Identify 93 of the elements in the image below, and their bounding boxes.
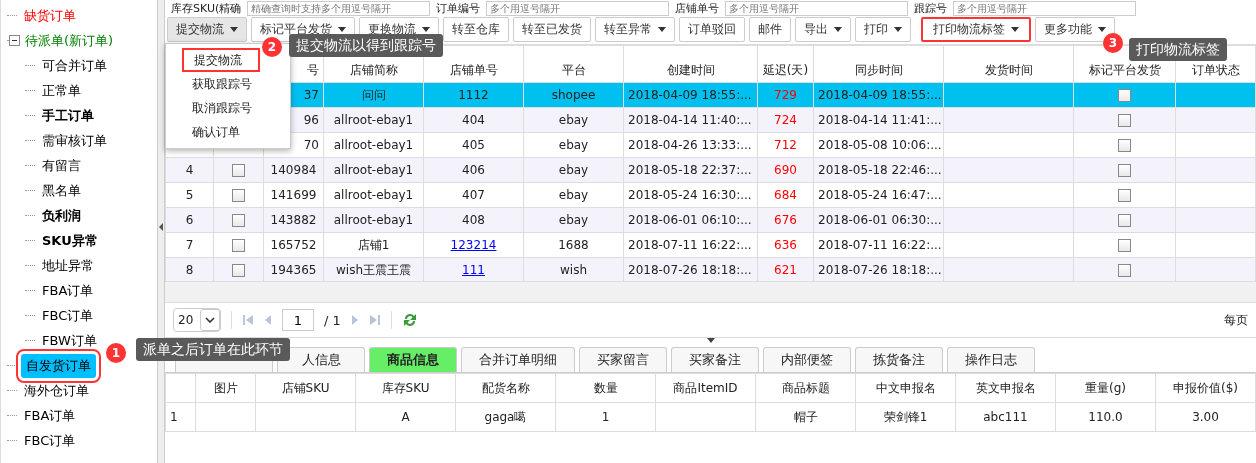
filter-label: 店铺单号 [675,0,720,16]
table-cell: 194365 [270,263,317,277]
column-header: 同步时间 [813,45,944,83]
column-header: 平台 [523,45,624,83]
table-cell: 724 [774,113,797,127]
table-cell: allroot-ebay1 [333,163,414,177]
table-cell: 110.0 [1088,410,1123,424]
table-cell: 问问 [361,87,386,102]
callout-tooltip: 打印物流标签 [1129,38,1227,61]
table-cell: 2018-04-14 11:41:... [818,113,942,127]
column-header: 英文申报名 [975,380,1036,395]
table-cell: 荣剑锋1 [883,409,928,424]
table-cell: 143882 [270,213,317,227]
table-cell: 1112 [458,88,489,102]
table-cell: 405 [462,138,485,152]
table-cell: 3.00 [1192,410,1219,424]
table-cell: 141699 [270,188,317,202]
column-header: 创建时间 [623,45,758,83]
table-cell: 408 [462,213,485,227]
row-number: 8 [185,263,194,277]
column-header: 库存SKU [381,380,430,395]
filter-label: 订单编号 [436,0,481,16]
table-cell: ebay [558,188,589,202]
row-number: 4 [185,163,194,177]
table-cell: wish [560,263,587,277]
column-header: 延迟(天) [757,45,814,83]
table-cell: 2018-04-26 13:33:... [628,138,752,152]
table-cell: ebay [558,163,589,177]
table-cell: 2018-04-14 11:40:... [628,113,752,127]
filter-label: 库存SKU(精确 [171,0,242,16]
table-cell: 621 [774,263,797,277]
table-cell: allroot-ebay1 [333,188,414,202]
table-cell: 636 [774,238,797,252]
table-cell: 1 [170,410,178,424]
table-cell: 690 [774,163,797,177]
table-cell: 2018-05-18 22:46:... [818,163,942,177]
page-total: / 1 [324,312,341,328]
table-cell: A [401,410,410,424]
table-cell: 2018-07-26 18:18:... [628,263,752,277]
table-cell: 2018-04-09 18:55:... [628,88,752,102]
table-cell: 2018-05-24 16:47:... [818,188,942,202]
column-header: 发货时间 [943,45,1074,83]
table-cell: 2018-05-18 22:37:... [628,163,752,177]
table-cell: 2018-07-11 16:22:... [628,238,752,252]
table-cell: 店铺1 [357,237,390,252]
step-badge: 1 [106,343,126,363]
table-cell: 2018-04-09 18:55:... [818,88,942,102]
table-cell: allroot-ebay1 [333,113,414,127]
table-cell: ebay [558,213,589,227]
row-number: 7 [185,238,194,252]
callout-tooltip: 派单之后订单在此环节 [136,338,290,361]
row-number: 5 [185,188,194,202]
table-cell: 712 [774,138,797,152]
table-cell: 96 [303,113,319,127]
table-cell: wish王震王震 [336,262,411,277]
table-cell: 2018-06-01 06:10:... [628,213,752,227]
filter-label: 跟踪号 [914,0,948,16]
table-cell: 2018-07-26 18:18:... [818,263,942,277]
column-header: 图片 [213,380,238,395]
table-cell: 1 [601,410,610,424]
per-page-label: 每页 [1224,311,1248,329]
column-header: 配货名称 [481,380,530,395]
column-header: 商品ItemID [673,380,738,395]
column-header: 数量 [593,380,618,395]
table-cell: 684 [774,188,797,202]
table-cell: 帽子 [793,409,818,424]
table-cell: 2018-05-24 16:30:... [628,188,752,202]
table-cell: allroot-ebay1 [333,213,414,227]
table-cell: 37 [303,88,319,102]
table-cell: 729 [774,88,797,102]
column-header: 申报价值($) [1173,380,1238,395]
table-cell: 2018-07-11 16:22:... [818,238,942,252]
column-header: 商品标题 [781,380,830,395]
column-header: 中文申报名 [875,380,936,395]
table-cell: shopee [551,88,596,102]
table-cell: 2018-06-01 06:30:... [818,213,942,227]
table-cell: abc111 [983,410,1028,424]
table-cell: 140984 [270,163,317,177]
table-cell: 404 [462,113,485,127]
table-cell: gaga噶 [484,409,527,424]
column-header: 店铺SKU [281,380,330,395]
column-header: 重量(g) [1085,380,1126,395]
table-cell: 1688 [558,238,589,252]
table-cell: ebay [558,113,589,127]
row-number: 6 [185,213,194,227]
table-cell: 70 [303,138,319,152]
table-cell: 165752 [270,238,317,252]
table-cell: 407 [462,188,485,202]
table-cell: 2018-05-08 10:06:... [818,138,942,152]
table-cell: ebay [558,138,589,152]
table-cell: 676 [774,213,797,227]
table-cell: allroot-ebay1 [333,138,414,152]
table-cell: 406 [462,163,485,177]
